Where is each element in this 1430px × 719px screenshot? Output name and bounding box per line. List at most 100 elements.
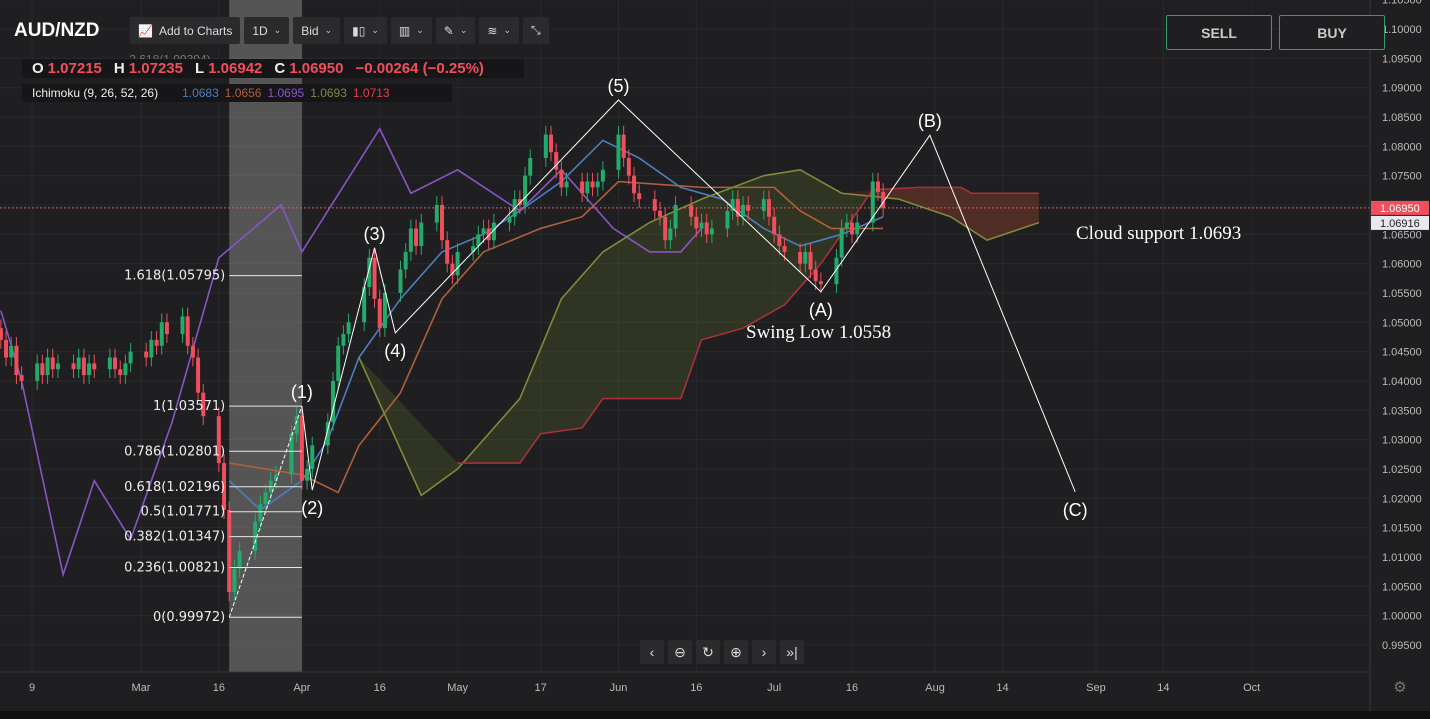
candle-body [144,351,149,358]
candle [471,237,476,261]
time-tick-label: Mar [132,682,151,694]
scroll-left-icon[interactable]: ‹ [640,640,664,664]
candle-body [657,210,662,217]
candle [440,196,445,249]
scroll-right-icon[interactable]: › [752,640,776,664]
price-type-select[interactable]: Bid ⌄ [293,17,341,44]
layers-button[interactable]: ≋ ⌄ [479,17,519,44]
candle-body [336,345,341,381]
low-value: 1.06942 [208,60,263,77]
candle [445,231,450,273]
candle-body [159,322,164,346]
candle-body [341,334,346,346]
ichimoku-legend[interactable]: Ichimoku (9, 26, 52, 26) 1.0683 1.0656 1… [22,84,452,102]
candle-body [704,222,709,235]
candle-body [616,134,621,170]
sell-button[interactable]: SELL [1166,15,1272,50]
candle-body [419,222,424,247]
candle-body [782,246,787,252]
chart-add-icon: 📈 [138,23,153,38]
fib-level-label: 0.382(1.01347) [124,530,225,545]
wave-label: (B) [918,111,942,131]
candle-body [528,158,533,176]
candle [855,213,860,244]
candle-body [50,357,55,370]
candle-body [227,510,232,593]
candle [621,125,626,167]
price-tick-label: 0.99500 [1382,640,1422,652]
indicators-button[interactable]: ▥ ⌄ [390,17,432,44]
candle-body [414,228,419,247]
chart-toolbar: 📈 Add to Charts 1D ⌄ Bid ⌄ ▮▯ ⌄ ▥ ⌄ ✎ ⌄ ≋ ⌄ ⤡ [130,17,549,44]
buy-button[interactable]: BUY [1279,15,1385,50]
candle [310,436,315,478]
change-value: −0.00264 (−0.25%) [355,60,484,77]
wave-label: (3) [364,224,386,244]
price-chart[interactable]: 1.618(1.05795) 1(1.03571) 0.786(1.02801) 0.… [0,0,1430,719]
candle-body [772,216,777,235]
candle [600,160,605,191]
candle-body [673,204,678,229]
time-tick-label: 16 [374,682,386,694]
ichimoku-value: 1.0683 [182,86,219,100]
collapse-button[interactable]: ⤡ [522,17,549,44]
candle-body [45,357,50,376]
price-tick-label: 1.00500 [1382,581,1422,593]
candle-body [81,357,86,376]
go-to-latest-icon[interactable]: »| [780,640,804,664]
candle-body [123,363,128,376]
candle-body [455,251,460,276]
candle [118,360,123,384]
candle [216,407,221,472]
candle-body [154,339,159,346]
candle [580,172,585,203]
chevron-down-icon: ⌄ [416,25,424,35]
candle-body [76,357,81,370]
candle-body [621,134,626,159]
open-value: 1.07215 [47,60,102,77]
zoom-out-icon[interactable]: ⊖ [668,640,692,664]
candle [289,424,294,484]
zoom-in-icon[interactable]: ⊕ [724,640,748,664]
chart-type-button[interactable]: ▮▯ ⌄ [344,17,387,44]
wave-label: (1) [291,382,313,402]
candle [331,372,336,431]
settings-icon[interactable]: ⚙ [1393,679,1406,696]
candle [87,354,92,384]
price-tick-label: 1.08500 [1382,112,1422,124]
time-tick-label: Jun [610,682,628,694]
candle-body [855,222,860,235]
indicators-icon: ▥ [398,23,411,38]
candle-body [92,363,97,370]
candle-body [523,175,528,205]
reset-icon[interactable]: ↻ [696,640,720,664]
candle-body [40,363,45,376]
interval-select[interactable]: 1D ⌄ [244,17,290,44]
close-value: 1.06950 [289,60,344,77]
candle [528,149,533,185]
ichimoku-value: 1.0656 [224,86,262,100]
candle [81,348,86,384]
drawing-button[interactable]: ✎ ⌄ [435,17,476,44]
time-tick-label: 9 [29,682,35,694]
candle [434,196,439,232]
price-tick-label: 1.08000 [1382,141,1422,153]
candle [507,207,512,232]
price-tick-label: 1.02500 [1382,464,1422,476]
add-to-charts-button[interactable]: 📈 Add to Charts [130,17,241,44]
candle-body [709,228,714,235]
candle [0,319,3,349]
candle [372,248,377,308]
add-to-charts-label: Add to Charts [158,23,233,38]
candle [543,125,548,167]
candle-body [741,204,746,217]
candle-body [14,345,19,376]
price-tick-label: 1.07500 [1382,171,1422,183]
wave-label: (5) [607,76,629,96]
candle-body [190,345,195,358]
candle [123,354,128,384]
price-tick-label: 1.05000 [1382,317,1422,329]
time-tick-label: 14 [1157,682,1169,694]
candle [113,348,118,379]
price-tick-label: 1.01500 [1382,523,1422,535]
